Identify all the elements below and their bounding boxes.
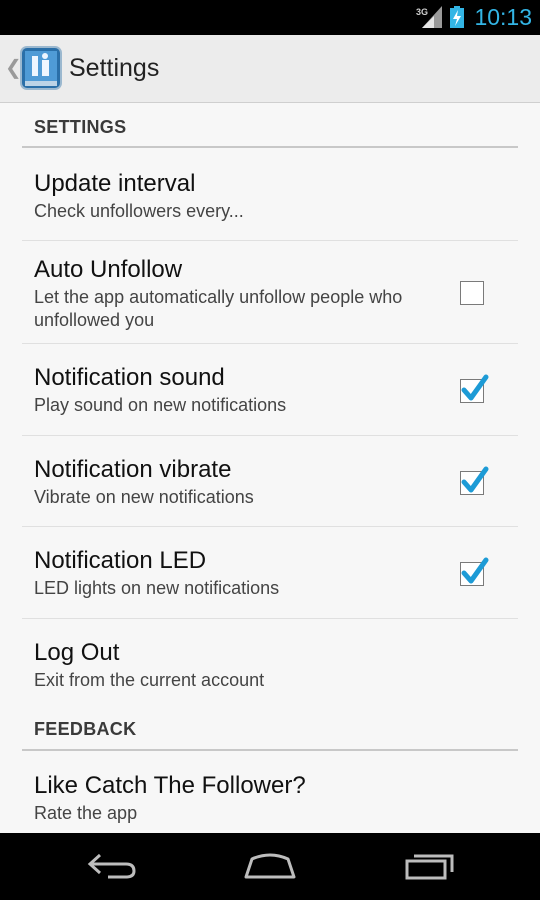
pref-summary: Rate the app (34, 803, 138, 823)
pref-summary: Vibrate on new notifications (34, 487, 254, 507)
checkmark-icon (461, 374, 489, 401)
recent-apps-icon[interactable] (404, 851, 456, 886)
signal-icon (422, 6, 442, 33)
pref-summary: Check unfollowers every... (34, 201, 244, 221)
action-bar: ❮ Settings (0, 35, 540, 103)
pref-title: Notification vibrate (34, 456, 232, 483)
app-logo-icon[interactable] (20, 46, 62, 90)
pref-title: Like Catch The Follower? (34, 772, 306, 799)
pref-title: Update interval (34, 170, 196, 197)
pref-log-out[interactable]: Log Out Exit from the current account (22, 619, 518, 711)
pref-rate-app[interactable]: Like Catch The Follower? Rate the app (22, 751, 518, 833)
pref-title: Log Out (34, 639, 120, 666)
pref-summary: LED lights on new notifications (34, 578, 280, 598)
pref-auto-unfollow[interactable]: Auto Unfollow Let the app automatically … (22, 241, 518, 344)
status-bar: 3G 10:13 (0, 0, 540, 35)
section-header-settings: SETTINGS (22, 103, 518, 148)
checkmark-icon (461, 466, 489, 493)
clock: 10:13 (474, 4, 532, 30)
navigation-bar (0, 833, 540, 900)
pref-summary: Play sound on new notifications (34, 395, 287, 415)
pref-notification-led[interactable]: Notification LED LED lights on new notif… (22, 527, 518, 619)
pref-summary: Exit from the current account (34, 670, 265, 690)
notification-led-checkbox[interactable] (460, 557, 489, 586)
pref-summary: Let the app automatically unfollow peopl… (34, 287, 403, 330)
notification-sound-checkbox[interactable] (460, 374, 489, 403)
back-icon[interactable] (86, 851, 138, 886)
home-icon[interactable] (243, 851, 297, 886)
battery-charging-icon (450, 6, 464, 33)
pref-update-interval[interactable]: Update interval Check unfollowers every.… (22, 148, 518, 241)
auto-unfollow-checkbox[interactable] (460, 281, 484, 305)
section-header-feedback: FEEDBACK (22, 711, 518, 751)
page-title: Settings (69, 54, 160, 82)
checkmark-icon (461, 557, 489, 584)
notification-vibrate-checkbox[interactable] (460, 466, 489, 495)
pref-notification-vibrate[interactable]: Notification vibrate Vibrate on new noti… (22, 436, 518, 527)
pref-title: Notification LED (34, 547, 207, 574)
pref-title: Auto Unfollow (34, 256, 183, 283)
preferences-list: SETTINGS Update interval Check unfollowe… (0, 103, 540, 833)
pref-notification-sound[interactable]: Notification sound Play sound on new not… (22, 344, 518, 436)
pref-title: Notification sound (34, 364, 225, 391)
